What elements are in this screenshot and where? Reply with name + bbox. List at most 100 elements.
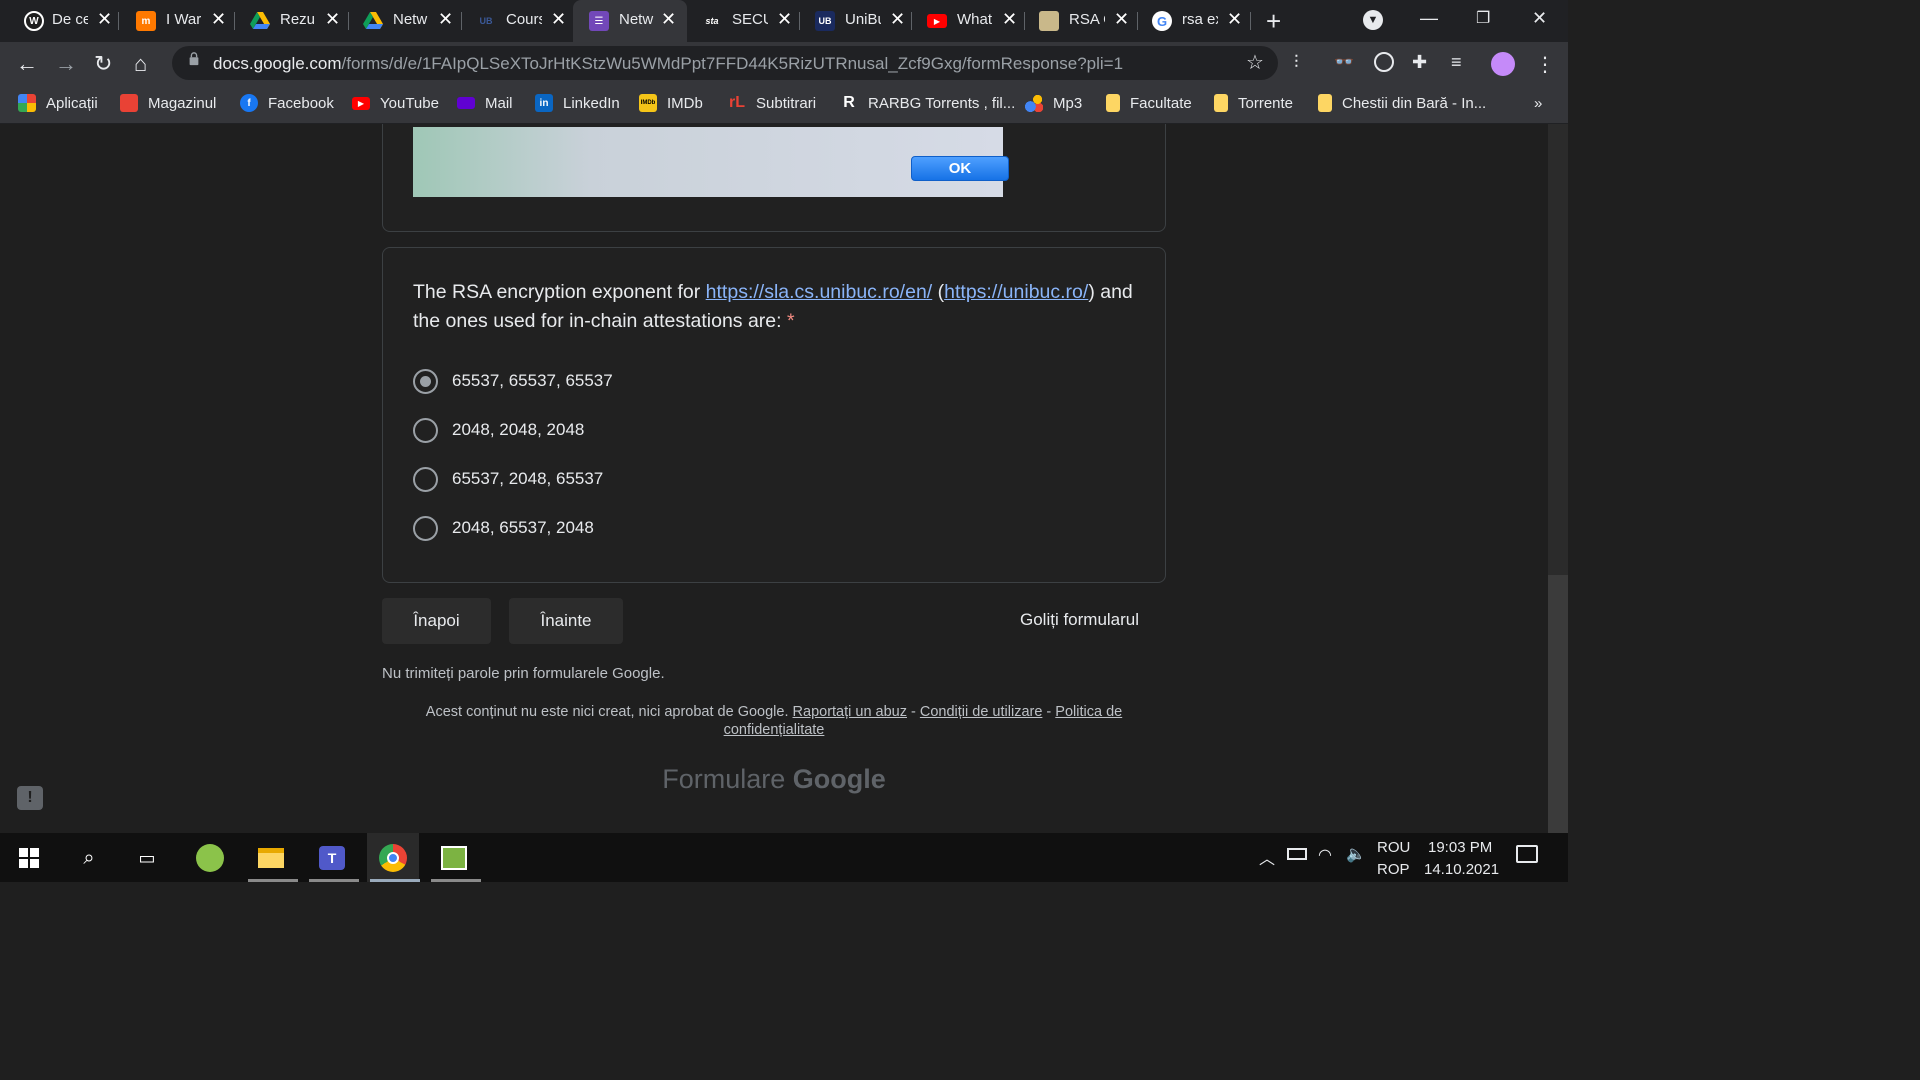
back-button[interactable]: Înapoi (382, 598, 491, 644)
minimize-icon[interactable]: — (1420, 8, 1438, 29)
tray-chevron-icon[interactable]: ︿ (1259, 845, 1275, 869)
url-text[interactable]: docs.google.com/forms/d/e/1FAIpQLSeXToJr… (213, 54, 1123, 74)
tab-title: I War (166, 11, 202, 28)
extensions-puzzle-icon[interactable]: ✚ (1412, 52, 1434, 74)
forms-brand-logo[interactable]: Formulare Google (382, 764, 1166, 795)
bookmark-star-icon[interactable]: ☆ (1246, 50, 1264, 75)
lock-icon (189, 52, 199, 66)
android-app-icon[interactable] (195, 843, 225, 873)
store-icon (120, 94, 138, 112)
radio-unchecked-icon[interactable] (413, 417, 438, 443)
close-icon[interactable]: ✕ (1002, 9, 1017, 30)
close-icon[interactable]: ✕ (1227, 9, 1242, 30)
tab-search-icon[interactable]: ▼ (1363, 10, 1383, 30)
scrollbar-thumb[interactable] (1548, 575, 1568, 833)
ub-icon: UB (815, 11, 835, 31)
language-indicator[interactable]: ROU (1377, 839, 1410, 856)
back-icon[interactable]: ← (16, 51, 38, 77)
tab-5-active[interactable]: ☰ Netw ✕ (573, 0, 687, 42)
search-icon[interactable]: ⌕ (74, 843, 104, 873)
bookmark-linkedin[interactable]: in LinkedIn (535, 84, 620, 122)
teams-icon[interactable]: T (317, 843, 347, 873)
tab-9[interactable]: RSA C ✕ (1017, 0, 1135, 42)
battery-icon[interactable] (1287, 848, 1307, 860)
bookmark-folder-facultate[interactable]: Facultate (1106, 84, 1192, 122)
close-icon[interactable]: ✕ (777, 9, 792, 30)
bookmark-youtube[interactable]: ▶ YouTube (352, 84, 439, 122)
bookmark-folder-torrente[interactable]: Torrente (1214, 84, 1293, 122)
close-icon[interactable]: ✕ (661, 9, 676, 30)
tab-3[interactable]: Netw ✕ (341, 0, 459, 42)
close-icon[interactable]: ✕ (438, 9, 453, 30)
running-indicator (431, 879, 481, 882)
bookmark-mp3[interactable]: Mp3 (1025, 84, 1082, 122)
forward-icon[interactable]: → (55, 51, 77, 77)
radio-option[interactable]: 2048, 65537, 2048 (413, 514, 594, 542)
wifi-icon[interactable]: ◠ (1318, 845, 1332, 865)
tab-2[interactable]: Rezul ✕ (228, 0, 346, 42)
radio-option[interactable]: 65537, 2048, 65537 (413, 465, 603, 493)
bookmarks-overflow-icon[interactable]: » (1534, 84, 1542, 122)
windows-start-icon[interactable] (14, 843, 44, 873)
volume-icon[interactable]: 🔈 (1346, 844, 1366, 864)
tab-title: Rezul (280, 11, 316, 28)
unibuc-link[interactable]: https://unibuc.ro/ (944, 281, 1088, 303)
close-icon[interactable]: ✕ (325, 9, 340, 30)
report-abuse-link[interactable]: Raportați un abuz (793, 704, 907, 720)
radio-option[interactable]: 65537, 65537, 65537 (413, 367, 613, 395)
tab-7[interactable]: UB UniBu ✕ (793, 0, 911, 42)
close-window-icon[interactable]: ✕ (1532, 8, 1547, 29)
bookmark-store[interactable]: Magazinul (120, 84, 216, 122)
running-indicator (370, 879, 420, 882)
radio-option[interactable]: 2048, 2048, 2048 (413, 416, 584, 444)
file-explorer-icon[interactable] (256, 843, 286, 873)
keyboard-layout-indicator[interactable]: ROP (1377, 861, 1410, 878)
terms-link[interactable]: Condiții de utilizare (920, 704, 1043, 720)
bookmark-subtitrari[interactable]: rL Subtitrari (728, 84, 816, 122)
close-icon[interactable]: ✕ (890, 9, 905, 30)
chrome-icon[interactable] (367, 833, 419, 882)
extension-glasses-icon[interactable]: 👓 (1334, 52, 1356, 74)
tab-8[interactable]: ▶ What ✕ (905, 0, 1023, 42)
next-button[interactable]: Înainte (509, 598, 623, 644)
restore-icon[interactable]: ❐ (1476, 8, 1490, 28)
tab-4[interactable]: UB Cours ✕ (454, 0, 572, 42)
reload-icon[interactable]: ↻ (94, 51, 112, 77)
new-tab-icon[interactable]: + (1266, 6, 1281, 37)
profile-avatar-icon[interactable] (1491, 52, 1515, 76)
radio-unchecked-icon[interactable] (413, 466, 438, 492)
bookmark-label: Torrente (1238, 94, 1294, 112)
bookmark-mail[interactable]: Mail (457, 84, 513, 122)
radio-checked-icon[interactable] (413, 368, 438, 394)
media-control-icon[interactable]: ≡ (1451, 52, 1473, 74)
notepad-app-icon[interactable] (439, 843, 469, 873)
bookmark-rarbg[interactable]: R RARBG Torrents , fil... (840, 84, 1015, 122)
clear-form-button[interactable]: Goliți formularul (1020, 610, 1139, 630)
dialog-ok-button: OK (911, 156, 1009, 181)
extension-tuning-icon[interactable]: ⫶ (1294, 52, 1316, 74)
bookmark-folder-chestii[interactable]: Chestii din Bară - In... (1318, 84, 1486, 122)
feedback-icon[interactable]: ! (17, 786, 43, 810)
tab-1[interactable]: m I War ✕ (114, 0, 232, 42)
close-icon[interactable]: ✕ (97, 9, 112, 30)
notification-center-icon[interactable] (1516, 845, 1538, 863)
radio-unchecked-icon[interactable] (413, 515, 438, 541)
tab-10[interactable]: G rsa ex ✕ (1130, 0, 1248, 42)
close-icon[interactable]: ✕ (211, 9, 226, 30)
bookmark-label: Facultate (1130, 94, 1192, 112)
bookmark-apps[interactable]: Aplicații (18, 84, 98, 122)
tab-6[interactable]: sta SECU ✕ (680, 0, 798, 42)
bookmark-imdb[interactable]: IMDb IMDb (639, 84, 703, 122)
clock-time[interactable]: 19:03 PM (1428, 839, 1492, 856)
home-icon[interactable]: ⌂ (134, 51, 147, 77)
extension-block-icon[interactable] (1374, 52, 1394, 72)
sla-link[interactable]: https://sla.cs.unibuc.ro/en/ (706, 281, 933, 303)
bookmark-facebook[interactable]: f Facebook (240, 84, 334, 122)
task-view-icon[interactable]: ▭ (132, 843, 162, 873)
close-icon[interactable]: ✕ (551, 9, 566, 30)
clock-date[interactable]: 14.10.2021 (1424, 861, 1499, 878)
option-label: 2048, 65537, 2048 (452, 518, 594, 537)
tab-0[interactable]: W De ce ✕ (0, 0, 118, 42)
menu-kebab-icon[interactable]: ⋮ (1535, 52, 1557, 76)
close-icon[interactable]: ✕ (1114, 9, 1129, 30)
